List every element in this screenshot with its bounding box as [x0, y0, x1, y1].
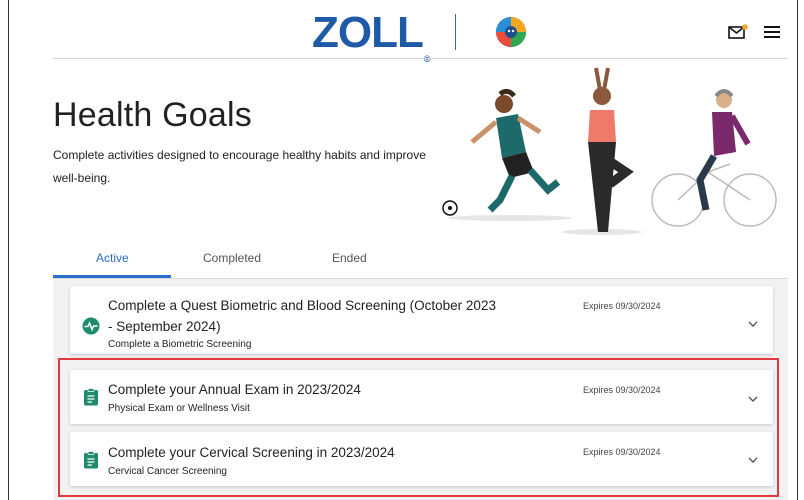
- soccer-player-figure: [442, 88, 572, 221]
- logo-text: ZOLL: [312, 8, 424, 57]
- page-title: Health Goals: [53, 96, 252, 134]
- goal-expiry: Expires 09/30/2024: [583, 385, 661, 395]
- goal-subtitle: Cervical Cancer Screening: [108, 466, 227, 477]
- goal-title-line2: - September 2024): [108, 319, 221, 334]
- chevron-down-icon[interactable]: [748, 456, 758, 464]
- mail-icon[interactable]: [728, 24, 748, 40]
- goal-card-cervical-screening[interactable]: Complete your Cervical Screening in 2023…: [70, 432, 773, 486]
- goal-subtitle: Complete a Biometric Screening: [108, 339, 252, 350]
- menu-icon[interactable]: [764, 26, 780, 38]
- health-badge-icon: [496, 17, 526, 47]
- chevron-down-icon[interactable]: [748, 320, 758, 328]
- page-description: Complete activities designed to encourag…: [53, 148, 426, 185]
- chevron-down-icon[interactable]: [748, 395, 758, 403]
- heartbeat-icon: [82, 317, 100, 335]
- goal-title: Complete your Cervical Screening in 2023…: [108, 445, 395, 460]
- yoga-figure: [562, 67, 642, 235]
- goal-title: Complete a Quest Biometric and Blood Scr…: [108, 298, 496, 313]
- logo-registered-mark: ®: [423, 54, 431, 64]
- goal-subtitle: Physical Exam or Wellness Visit: [108, 403, 250, 414]
- header-rule: [53, 58, 788, 59]
- goal-card-biometric[interactable]: Complete a Quest Biometric and Blood Scr…: [70, 286, 773, 354]
- goal-title: Complete your Annual Exam in 2023/2024: [108, 382, 361, 397]
- tab-active[interactable]: Active: [96, 251, 129, 265]
- tab-ended[interactable]: Ended: [332, 251, 367, 265]
- hero-illustration: [442, 67, 777, 235]
- goal-expiry: Expires 09/30/2024: [583, 301, 661, 311]
- header-divider: [455, 14, 456, 50]
- clipboard-icon: [84, 388, 98, 406]
- active-tab-underline: [53, 275, 171, 278]
- goal-card-annual-exam[interactable]: Complete your Annual Exam in 2023/2024 P…: [70, 370, 773, 424]
- zoll-logo: ZOLL®: [312, 8, 430, 65]
- goal-expiry: Expires 09/30/2024: [583, 447, 661, 457]
- top-header: ZOLL®: [0, 0, 804, 65]
- goal-tabs: Active Completed Ended: [53, 242, 788, 279]
- tab-completed[interactable]: Completed: [203, 251, 261, 265]
- clipboard-icon: [84, 451, 98, 469]
- cyclist-figure: [651, 89, 777, 227]
